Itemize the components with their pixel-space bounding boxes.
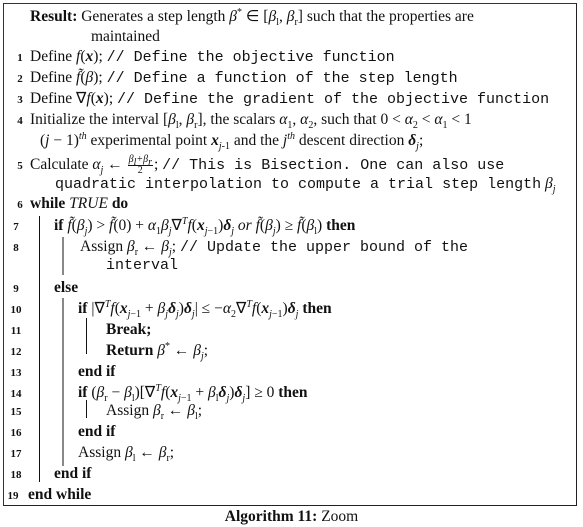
line-number: 19 — [7, 490, 19, 502]
line-number: 15 — [10, 406, 22, 418]
line-17: Assign βl ← βr; — [78, 443, 175, 465]
math: f(x); — [76, 48, 103, 65]
math: βl ← βr; — [124, 444, 175, 465]
line-number: 2 — [17, 73, 23, 85]
line-number: 5 — [17, 160, 23, 172]
keyword: then — [278, 384, 308, 401]
line-7: if f̃(βj) > f̃(0) + α1βj∇Tf(xj−1)δj or f… — [54, 216, 355, 236]
result-text: Generates a step length β* ∈ [βl, βr] su… — [81, 6, 474, 29]
line-number: 11 — [10, 325, 22, 337]
line-number: 17 — [10, 448, 22, 460]
line-16: end if — [78, 423, 116, 440]
line-number: 14 — [10, 388, 22, 400]
line-number: 8 — [13, 242, 19, 254]
line-2: Define f̃(β); // Define a function of th… — [30, 68, 458, 89]
math: βr ← βl; — [152, 402, 203, 423]
line-15: Assign βr ← βl; — [106, 401, 203, 423]
keyword: Define — [30, 48, 73, 65]
keyword: Assign — [106, 402, 150, 419]
line-number: 6 — [17, 199, 23, 211]
line-number: 4 — [17, 115, 23, 127]
comment: // Update the upper bound of the — [179, 239, 469, 256]
else-block-rule — [62, 298, 64, 466]
line-4: Initialize the interval [βl, βr], the sc… — [30, 111, 472, 132]
comment: // This is Bisection. One can also use — [162, 157, 505, 175]
line-number: 9 — [13, 283, 19, 295]
line-13: end if — [78, 363, 116, 380]
math: αj ← βl+βr 2; — [92, 154, 159, 177]
math: f̃(β); — [76, 69, 103, 86]
inner-if-rule — [86, 318, 87, 354]
line-5: Calculate αj ← βl+βr 2; // This is Bisect… — [30, 155, 504, 176]
line-8-cont: interval — [106, 257, 179, 274]
result-text-cont: maintained — [91, 28, 160, 45]
keyword: then — [302, 300, 332, 317]
condition: (βr − βl)[∇Tf(xj−1 + βlδj)δj] ≥ 0 — [91, 382, 275, 405]
line-19: end while — [28, 486, 92, 503]
line-number: 13 — [10, 367, 22, 379]
line-12: Return β* ← βj; — [106, 341, 208, 361]
caption-title: Zoom — [321, 508, 359, 525]
line-3: Define ∇f(x); // Define the gradient of … — [30, 89, 549, 110]
keyword: Define — [30, 90, 73, 107]
line-number: 10 — [10, 304, 22, 316]
line-4-cont: (j − 1)th experimental point xj-1 and th… — [40, 130, 424, 153]
condition: |∇Tf(xj−1 + βjδj)δj| ≤ −α2∇Tf(xj−1)δj — [91, 298, 299, 321]
keyword: if — [54, 217, 64, 234]
line-1: Define f(x); // Define the objective fun… — [30, 47, 395, 68]
keyword: Assign — [80, 238, 124, 255]
math: βr ← βj; — [126, 238, 177, 259]
keyword: Calculate — [30, 156, 89, 174]
keyword: if — [78, 300, 88, 317]
line-8: Assign βr ← βj; // Update the upper boun… — [80, 237, 468, 258]
while-block-rule — [39, 216, 40, 482]
line-number: 3 — [17, 94, 23, 106]
result-line: Result: Generates a step length β* ∈ [βl… — [30, 7, 474, 27]
comment: // Define a function of the step length — [106, 70, 458, 87]
line-number: 7 — [13, 221, 19, 233]
keyword: Return — [106, 342, 154, 359]
line-5-cont: quadratic interpolation to compute a tri… — [55, 175, 556, 196]
line-11: Break; — [106, 321, 152, 338]
line-number: 1 — [17, 52, 23, 64]
keyword: while — [30, 195, 66, 212]
condition: TRUE — [69, 195, 108, 212]
keyword: if — [78, 384, 88, 401]
keyword: do — [111, 195, 129, 212]
condition: f̃(βj) > f̃(0) + α1βj∇Tf(xj−1)δj or f̃(β… — [67, 215, 323, 238]
line-number: 16 — [10, 427, 22, 439]
keyword: Define — [30, 69, 73, 86]
line-6: while TRUE do — [30, 194, 128, 214]
comment-cont: quadratic interpolation to compute a tri… — [55, 176, 542, 193]
keyword: then — [326, 217, 356, 234]
line-14: if (βr − βl)[∇Tf(xj−1 + βlδj)δj] ≥ 0 the… — [78, 383, 308, 403]
caption-label: Algorithm 11: — [224, 508, 318, 525]
comment: // Define the objective function — [106, 49, 395, 66]
line-number: 18 — [10, 469, 22, 481]
math: ∇f(x); — [76, 90, 114, 107]
algorithm-caption: Algorithm 11: Zoom — [0, 507, 583, 527]
line-number: 12 — [10, 346, 22, 358]
result-label: Result: — [30, 8, 78, 25]
line-9: else — [54, 279, 79, 296]
keyword: Assign — [78, 444, 122, 461]
line-18: end if — [54, 465, 92, 482]
comment: // Define the gradient of the objective … — [117, 91, 550, 108]
if-block-rule — [62, 237, 64, 275]
math: β* ← βj; — [157, 340, 209, 363]
line-10: if |∇Tf(xj−1 + βjδj)δj| ≤ −α2∇Tf(xj−1)δj… — [78, 299, 332, 319]
